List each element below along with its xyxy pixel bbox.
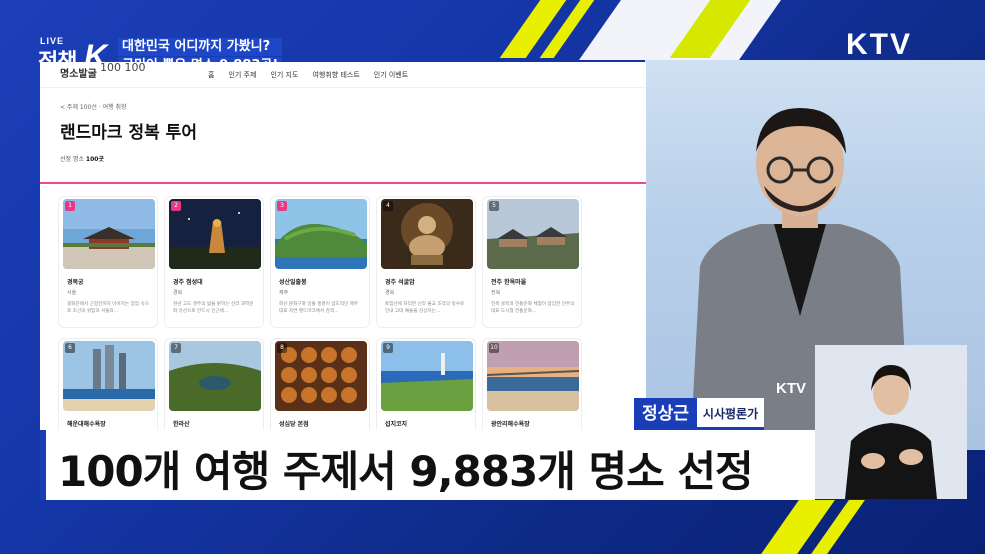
card-description: 전북 골목과 전통문화 체험이 압집한 전주의 대표 도시형 전통문화... (491, 302, 575, 314)
rank-badge: 5 (489, 201, 499, 211)
count-label: 선정 명소 100곳 (60, 154, 104, 163)
landmark-photo (381, 199, 473, 269)
rank-badge: 3 (277, 201, 287, 211)
landmark-photo (169, 341, 261, 411)
breadcrumb[interactable]: < 주제 100선 · 여행 취향 (60, 102, 127, 111)
rank-badge: 4 (383, 201, 393, 211)
landmark-card[interactable]: 3 성산일출봉 제주 화산 분화구와 일출 풍경이 압도적인 제주 대표 자연 … (270, 196, 370, 328)
rank-badge: 8 (277, 343, 287, 353)
card-region: 서울 (67, 290, 77, 296)
site-logo-100[interactable]: 100 100 (100, 62, 146, 73)
card-region: 경북 (173, 290, 183, 296)
card-region: 전북 (491, 290, 501, 296)
rank-badge: 10 (489, 343, 499, 353)
landmark-photo (63, 199, 155, 269)
rank-badge: 2 (171, 201, 181, 211)
website-screenshot: 명소발굴 100 100 홈 인기 주제 인기 지도 여행취향 테스트 인기 이… (40, 62, 646, 450)
card-description: 광화문에서 근정전까지 이어지는 장엄 속으로 조선의 위엄과 서울의... (67, 302, 149, 314)
landmark-photo (169, 199, 261, 269)
landmark-photo (275, 199, 367, 269)
card-name: 광안리해수욕장 (491, 421, 530, 428)
landmark-card[interactable]: 4 경주 석굴암 경북 토함산에 자리한 신라 불교 조각의 정수로 인내 고대… (376, 196, 476, 328)
headline-line-1: 대한민국 어디까지 가봤니? (118, 38, 283, 56)
card-region: 경북 (385, 290, 395, 296)
count-label-text: 선정 명소 (60, 156, 84, 163)
site-nav-items: 홈 인기 주제 인기 지도 여행취향 테스트 인기 이벤트 (208, 70, 408, 80)
nav-item-topics[interactable]: 인기 주제 (228, 70, 256, 80)
sign-language-inset (815, 345, 967, 499)
nav-item-event[interactable]: 인기 이벤트 (374, 70, 408, 80)
page-title: 랜드마크 정복 투어 (60, 123, 197, 143)
card-name: 전주 한옥마을 (491, 279, 527, 286)
landmark-photo (381, 341, 473, 411)
nav-item-map[interactable]: 인기 지도 (270, 70, 298, 80)
card-region: 제주 (279, 290, 289, 296)
caption-accent (40, 430, 46, 500)
landmark-photo (63, 341, 155, 411)
rank-badge: 9 (383, 343, 393, 353)
card-name: 경주 첨성대 (173, 279, 203, 286)
card-name: 성심당 본점 (279, 421, 309, 428)
card-name: 한라산 (173, 421, 190, 428)
card-description: 화산 분화구와 일출 풍경이 압도적인 제주 대표 자연 랜드마크에서 감격..… (279, 302, 359, 314)
site-logo[interactable]: 명소발굴 (60, 65, 97, 80)
landmark-photo (487, 199, 579, 269)
card-name: 성산일출봉 (279, 279, 307, 286)
laptop-logo: KTV (776, 380, 806, 397)
count-value: 100곳 (85, 156, 104, 163)
card-description: 천년 고도 경주의 밤을 밝히는 신라 과학문화 유산으로 만드시 인근에... (173, 302, 254, 314)
card-name: 해운대해수욕장 (67, 421, 106, 428)
landmark-photo (487, 341, 579, 411)
landmark-photo (275, 341, 367, 411)
card-name: 섭지코지 (385, 421, 408, 428)
landmark-card[interactable]: 2 경주 첨성대 경북 천년 고도 경주의 밤을 밝히는 신라 과학문화 유산으… (164, 196, 264, 328)
name-super: 정상근 시사평론가 (634, 398, 765, 430)
channel-logo: KTV (846, 28, 912, 61)
main-caption: 100개 여행 주제서 9,883개 명소 선정 (58, 447, 754, 496)
guest-role: 시사평론가 (696, 398, 765, 430)
rank-badge: 6 (65, 343, 75, 353)
guest-name: 정상근 (634, 398, 697, 430)
card-description: 토함산에 자리한 신라 불교 조각의 정수로 인내 고대 예술을 감상하는... (385, 302, 465, 314)
landmark-card[interactable]: 1 경복궁 서울 광화문에서 근정전까지 이어지는 장엄 속으로 조선의 위엄과… (58, 196, 158, 328)
rank-badge: 7 (171, 343, 181, 353)
nav-item-home[interactable]: 홈 (208, 70, 214, 80)
site-navbar: 명소발굴 100 100 홈 인기 주제 인기 지도 여행취향 테스트 인기 이… (40, 62, 646, 88)
card-name: 경주 석굴암 (385, 279, 415, 286)
nav-item-test[interactable]: 여행취향 테스트 (312, 70, 359, 80)
card-name: 경복궁 (67, 279, 84, 286)
landmark-card[interactable]: 5 전주 한옥마을 전북 전북 골목과 전통문화 체험이 압집한 전주의 대표 … (482, 196, 582, 328)
rank-badge: 1 (65, 201, 75, 211)
section-divider (40, 182, 646, 184)
